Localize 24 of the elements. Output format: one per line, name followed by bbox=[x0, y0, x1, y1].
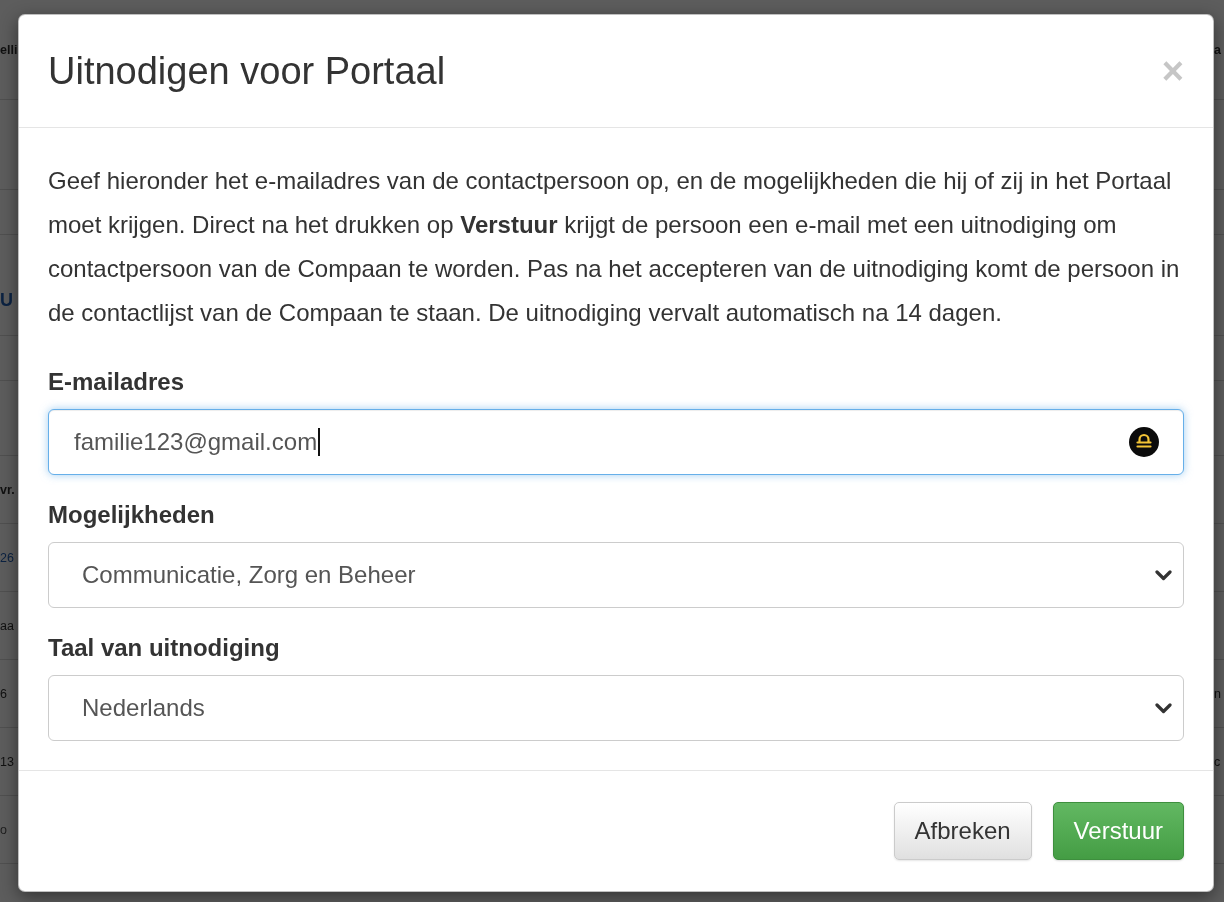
background-text: 13 bbox=[0, 754, 14, 769]
dialog-title: Uitnodigen voor Portaal bbox=[48, 49, 446, 93]
background-text: elli bbox=[0, 42, 18, 57]
dropdown-select[interactable]: Nederlands bbox=[48, 675, 1184, 741]
padlock-icon[interactable] bbox=[1129, 427, 1159, 457]
field-label: Mogelijkheden bbox=[48, 501, 215, 529]
text-cursor-icon bbox=[318, 428, 320, 456]
background-text: o bbox=[0, 822, 7, 837]
chevron-down-icon bbox=[1155, 702, 1172, 714]
background-text: vr. bbox=[0, 482, 15, 497]
email-input[interactable]: familie123@gmail.com bbox=[48, 409, 1184, 475]
background-text: n bbox=[1214, 686, 1221, 701]
background-text: aa bbox=[0, 618, 14, 633]
background-text: U bbox=[0, 290, 13, 310]
background-text: a bbox=[1214, 42, 1221, 57]
background-text: c bbox=[1214, 754, 1221, 769]
background-text: 26 bbox=[0, 550, 14, 565]
field-label: E-mailadres bbox=[48, 368, 185, 396]
intro-text: Geef hieronder het e-mailadres van de contactpersoon op, en de mogelijkheden die hij of zij in het Portaal moet krijgen. Direct na het drukken op Verstuur krijgt de persoon een e-mail met een uitnodiging om contactpersoon van de Compaan te worden. Pas na het accepteren van de uitnodiging komt de persoon in de contactlijst van de Compaan te staan. De uitnodiging vervalt automatisch na 14 dagen. bbox=[48, 166, 1181, 328]
chevron-down-icon bbox=[1155, 569, 1172, 581]
dropdown-select[interactable]: Communicatie, Zorg en Beheer bbox=[48, 542, 1184, 608]
cancel-button[interactable]: Afbreken bbox=[893, 802, 1032, 860]
field-label: Taal van uitnodiging bbox=[48, 634, 280, 662]
background-text: 6 bbox=[0, 686, 7, 701]
